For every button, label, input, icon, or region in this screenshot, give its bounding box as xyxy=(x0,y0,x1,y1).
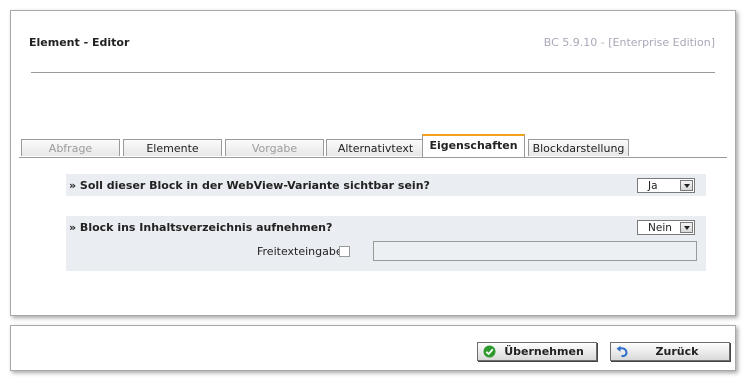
toc-row: » Block ins Inhaltsverzeichnis aufnehmen… xyxy=(66,216,706,271)
back-button[interactable]: Zurück xyxy=(610,342,730,361)
tab-bar: Abfrage Elemente Vorgabe Alternativtext … xyxy=(19,134,727,158)
webview-visibility-value: Ja xyxy=(648,180,658,192)
apply-button[interactable]: Übernehmen xyxy=(477,342,597,361)
freetext-label: Freitexteingabe xyxy=(257,245,343,258)
footer-bar: Übernehmen Zurück xyxy=(10,325,736,371)
chevron-down-icon[interactable] xyxy=(680,180,693,191)
webview-visibility-question: » Soll dieser Block in der WebView-Varia… xyxy=(69,179,430,192)
freetext-input[interactable] xyxy=(373,241,697,261)
element-editor-panel: Element - Editor BC 5.9.10 - [Enterprise… xyxy=(10,10,736,316)
back-label: Zurück xyxy=(655,345,699,358)
tab-eigenschaften[interactable]: Eigenschaften xyxy=(422,134,525,157)
tab-vorgabe[interactable]: Vorgabe xyxy=(225,139,324,156)
toc-question: » Block ins Inhaltsverzeichnis aufnehmen… xyxy=(69,221,333,234)
webview-visibility-select[interactable]: Ja xyxy=(637,178,695,193)
header-divider xyxy=(31,72,715,73)
tab-alternativtext[interactable]: Alternativtext xyxy=(326,139,425,156)
webview-visibility-row: » Soll dieser Block in der WebView-Varia… xyxy=(66,174,706,196)
freetext-checkbox[interactable] xyxy=(339,246,350,257)
tab-abfrage[interactable]: Abfrage xyxy=(21,139,120,156)
chevron-down-icon[interactable] xyxy=(680,222,693,233)
tab-elemente[interactable]: Elemente xyxy=(123,139,222,156)
tab-blockdarstellung[interactable]: Blockdarstellung xyxy=(528,139,629,156)
apply-label: Übernehmen xyxy=(504,345,584,358)
page-title: Element - Editor xyxy=(29,36,130,49)
toc-value: Nein xyxy=(648,222,672,234)
toc-select[interactable]: Nein xyxy=(637,220,695,235)
version-label: BC 5.9.10 - [Enterprise Edition] xyxy=(543,36,715,49)
